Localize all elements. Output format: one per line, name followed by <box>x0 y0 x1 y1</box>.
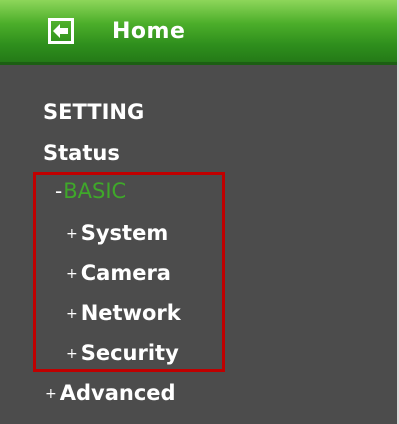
expand-indicator: + <box>45 386 57 402</box>
advanced-label: Advanced <box>59 381 176 405</box>
status-link[interactable]: Status <box>43 139 120 167</box>
highlight-box <box>33 172 225 372</box>
advanced-menu-item[interactable]: + Advanced <box>45 379 176 410</box>
setting-heading[interactable]: SETTING <box>43 98 144 126</box>
navigation-panel: Home SETTING Status -BASIC + System + Came… <box>0 0 399 424</box>
